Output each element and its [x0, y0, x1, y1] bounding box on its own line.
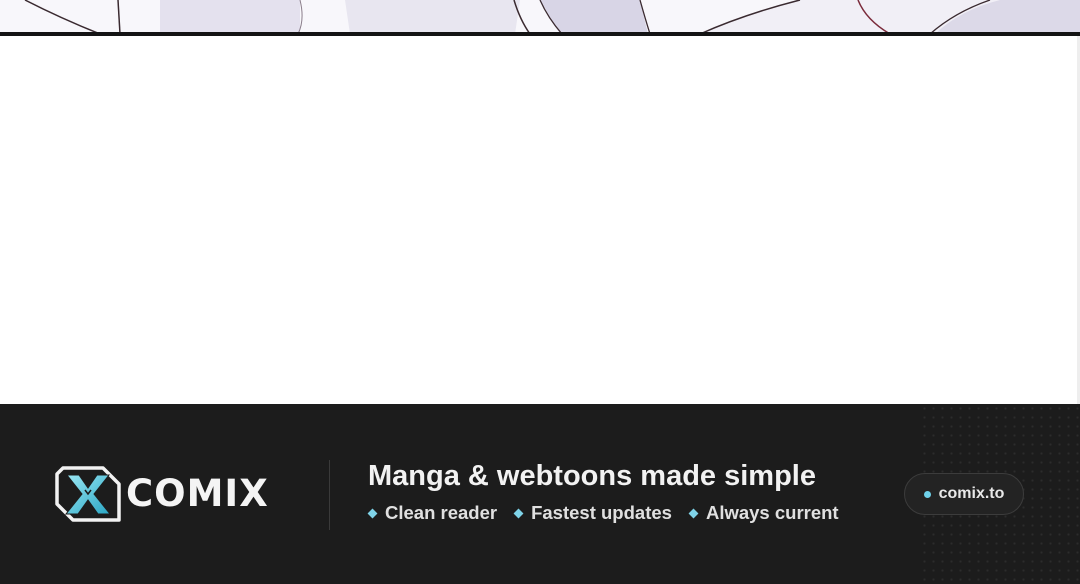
- feature-item: Always current: [687, 501, 839, 525]
- panel-artwork: [0, 0, 1080, 36]
- diamond-bullet-icon: [688, 508, 699, 518]
- feature-item: Clean reader: [366, 501, 497, 525]
- dot-icon: [923, 490, 931, 498]
- feature-item: Fastest updates: [512, 501, 672, 525]
- brand-logo[interactable]: COMIX: [55, 466, 295, 524]
- site-url-link[interactable]: comix.to: [904, 473, 1024, 515]
- feature-label: Clean reader: [385, 502, 498, 523]
- diamond-bullet-icon: [513, 508, 524, 518]
- banner-divider: [329, 460, 330, 530]
- blank-page-area: [0, 36, 1080, 404]
- reader-page: COMIX Manga & webtoons made simple Clean…: [0, 0, 1080, 584]
- diamond-bullet-icon: [367, 508, 378, 518]
- brand-name: COMIX: [126, 472, 269, 515]
- manga-panel-image: [0, 0, 1080, 36]
- x-logo-icon: [55, 466, 121, 522]
- feature-list: Clean reader Fastest updates Always curr…: [366, 501, 854, 525]
- banner-tagline: Manga & webtoons made simple: [368, 460, 816, 492]
- promo-banner: COMIX Manga & webtoons made simple Clean…: [0, 404, 1080, 584]
- site-url-text: comix.to: [938, 485, 1005, 502]
- feature-label: Always current: [705, 502, 839, 523]
- feature-label: Fastest updates: [531, 502, 672, 523]
